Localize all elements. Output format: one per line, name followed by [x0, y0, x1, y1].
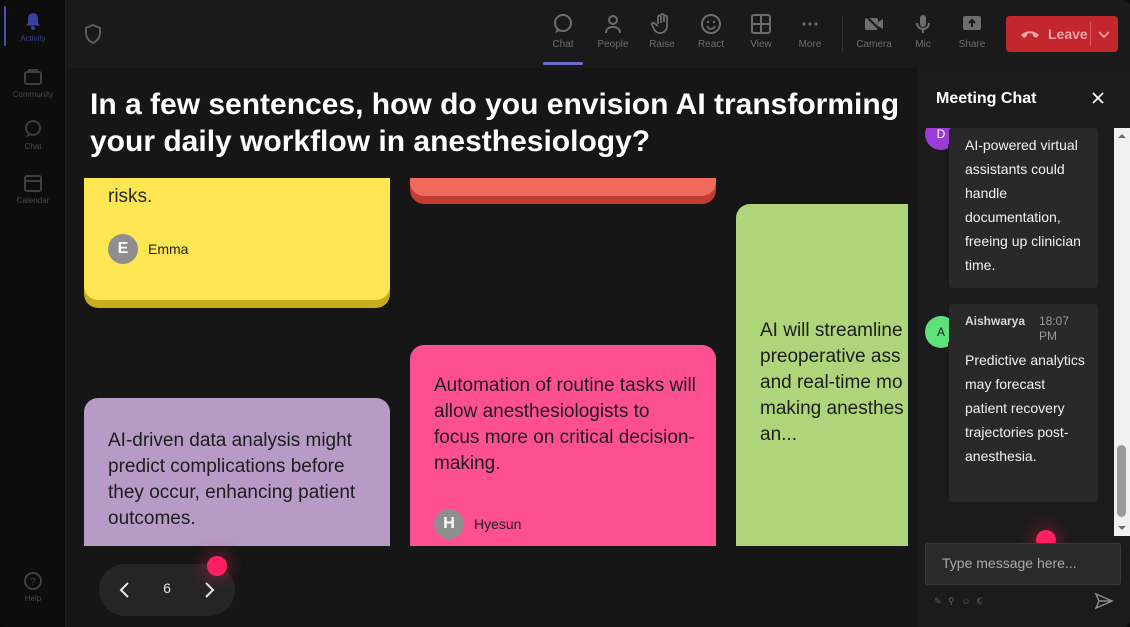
svg-text:?: ? — [30, 577, 36, 588]
camera-off-icon — [864, 14, 884, 34]
more-dots-icon — [802, 22, 818, 26]
hand-icon — [650, 13, 668, 34]
chat-timestamp: 18:07 PM — [1039, 314, 1070, 343]
chat-scrollbar[interactable] — [1114, 128, 1130, 536]
sticky-note[interactable]: AI will streamline preoperative ass and … — [736, 204, 908, 546]
scrollbar-thumb[interactable] — [1117, 445, 1126, 517]
app-rail: Activity Community Chat Calendar ? Help — [0, 0, 66, 627]
toolbar-divider — [842, 16, 843, 52]
share-label: Share — [958, 39, 986, 50]
sticky-note[interactable]: Automation of routine tasks will allow a… — [410, 345, 716, 546]
mic-label: Mic — [915, 39, 931, 50]
scroll-down-icon[interactable] — [1118, 524, 1126, 532]
view-button[interactable]: View — [737, 12, 785, 50]
poll-question: In a few sentences, how do you envision … — [90, 88, 900, 158]
chevron-right-icon[interactable] — [197, 578, 221, 602]
community-icon — [24, 69, 42, 85]
formatting-toolbar[interactable]: ✎ ⚲ ☺ € — [934, 596, 984, 607]
leave-divider — [1090, 22, 1091, 46]
help-icon: ? — [24, 572, 42, 590]
rail-item-label: Help — [24, 594, 42, 603]
shield-icon[interactable] — [84, 24, 102, 44]
sticky-note-text: AI-driven data analysis might predict co… — [108, 430, 356, 529]
chat-message: Aishwarya 18:07 PM Predictive analytics … — [949, 304, 1098, 502]
meeting-window: Activity Community Chat Calendar ? Help … — [0, 0, 1130, 627]
chat-sender: Aishwarya — [965, 314, 1026, 328]
composer-placeholder: Type message here... — [942, 555, 1077, 571]
sticky-note-text: AI will streamline preoperative ass and … — [760, 320, 904, 445]
react-label: React — [697, 39, 725, 50]
avatar: H — [434, 509, 464, 539]
person-icon — [605, 15, 621, 34]
meeting-toolbar: Chat People Raise React View More Camera — [66, 0, 1130, 68]
chat-message-list[interactable]: D AI-powered virtual assistants could ha… — [918, 128, 1130, 536]
chevron-down-icon[interactable] — [1097, 27, 1111, 41]
sticky-note[interactable] — [410, 178, 716, 196]
sticky-note-author: H Hyesun — [434, 509, 521, 539]
microphone-icon — [916, 15, 930, 33]
people-label: People — [597, 39, 629, 50]
camera-label: Camera — [856, 39, 892, 50]
send-icon[interactable] — [1094, 592, 1114, 610]
camera-button[interactable]: Camera — [850, 12, 898, 50]
grid-icon — [751, 14, 771, 34]
rail-item-label: Chat — [24, 142, 42, 151]
avatar-initial: A — [936, 325, 945, 339]
chat-message: AI-powered virtual assistants could hand… — [949, 128, 1098, 288]
share-button[interactable]: Share — [948, 12, 996, 50]
chat-toggle-button[interactable]: Chat — [539, 12, 587, 65]
sticky-note-author: E Emma — [108, 234, 188, 264]
chat-message-body: Predictive analytics may forecast patien… — [965, 352, 1085, 464]
sticky-note-text: risks. — [108, 186, 153, 207]
rail-item-label: Activity — [20, 34, 46, 43]
author-name: Hyesun — [474, 516, 522, 532]
rail-item-calendar[interactable]: Calendar — [0, 172, 66, 205]
leave-label: Leave — [1048, 26, 1088, 42]
more-button[interactable]: More — [786, 12, 834, 50]
chat-header: Meeting Chat — [918, 68, 1130, 128]
chat-icon — [554, 14, 572, 33]
sticky-note[interactable]: risks. E Emma — [84, 178, 390, 300]
rail-item-chat[interactable]: Chat — [0, 118, 66, 151]
smiley-icon — [701, 14, 721, 34]
chat-message-input[interactable]: Type message here... — [925, 543, 1121, 585]
raise-hand-button[interactable]: Raise — [638, 12, 686, 50]
more-label: More — [798, 39, 822, 50]
sticky-note[interactable]: AI-driven data analysis might predict co… — [84, 398, 390, 546]
page-number: 6 — [163, 580, 171, 596]
share-screen-icon — [963, 16, 981, 30]
author-name: Emma — [148, 241, 189, 257]
rail-item-help[interactable]: ? Help — [0, 570, 66, 603]
hang-up-icon — [1021, 31, 1039, 38]
raise-label: Raise — [649, 39, 675, 50]
view-label: View — [750, 39, 772, 50]
rail-item-label: Calendar — [16, 196, 50, 205]
leave-button[interactable]: Leave — [1006, 16, 1118, 52]
react-button[interactable]: React — [687, 12, 735, 50]
chat-title: Meeting Chat — [936, 90, 1037, 107]
people-button[interactable]: People — [589, 12, 637, 50]
avatar-initial: D — [936, 128, 946, 141]
avatar: E — [108, 234, 138, 264]
meeting-chat-panel: Meeting Chat D AI-powered virtual assist… — [918, 68, 1130, 627]
sticky-board: risks. E Emma AI-driven data analysis mi… — [66, 178, 908, 546]
close-icon[interactable] — [1090, 90, 1106, 106]
whiteboard-stage: In a few sentences, how do you envision … — [66, 68, 918, 627]
chat-toggle-label: Chat — [552, 39, 574, 50]
chevron-left-icon[interactable] — [113, 578, 137, 602]
chat-message-body: AI-powered virtual assistants could hand… — [965, 137, 1081, 273]
rail-item-community[interactable]: Community — [0, 66, 66, 99]
bell-icon — [26, 13, 40, 30]
calendar-icon — [24, 175, 42, 192]
sticky-note-text: Automation of routine tasks will allow a… — [434, 375, 696, 474]
chat-icon — [25, 120, 41, 137]
scroll-up-icon[interactable] — [1118, 132, 1126, 140]
mic-button[interactable]: Mic — [899, 12, 947, 50]
rail-item-label: Community — [12, 90, 54, 99]
rail-item-activity[interactable]: Activity — [0, 10, 66, 43]
cursor-indicator — [207, 556, 227, 576]
